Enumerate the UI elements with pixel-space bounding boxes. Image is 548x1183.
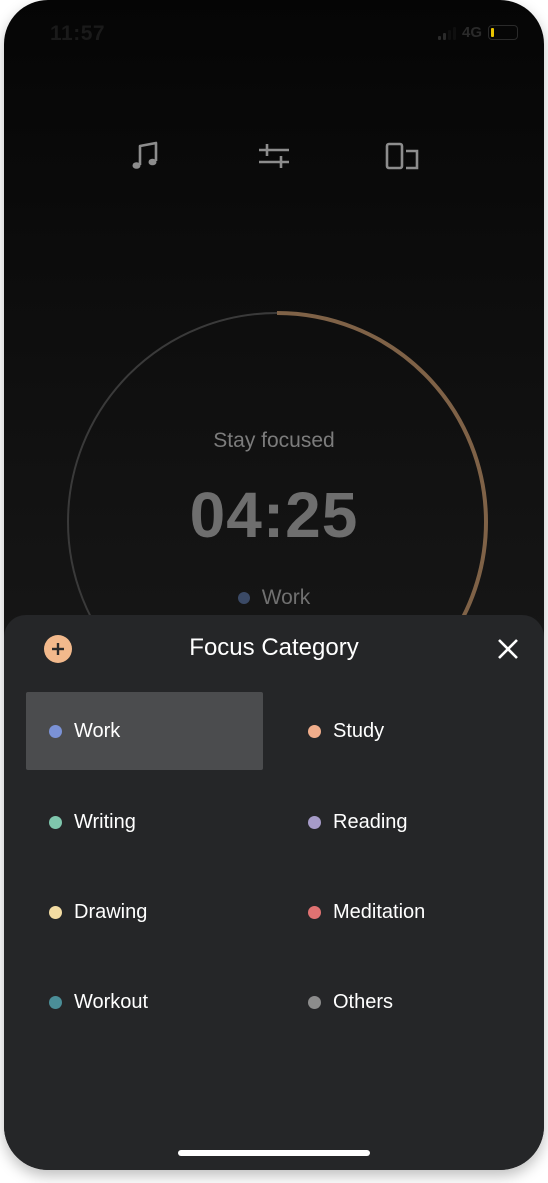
category-item-study[interactable]: Study bbox=[285, 692, 522, 770]
category-item-meditation[interactable]: Meditation bbox=[285, 873, 522, 951]
category-dot bbox=[308, 905, 321, 919]
timer-caption: Stay focused bbox=[213, 429, 335, 452]
timer-category-label: Work bbox=[261, 586, 311, 609]
category-dot bbox=[308, 724, 321, 738]
battery-icon bbox=[488, 25, 518, 40]
category-label: Drawing bbox=[74, 900, 148, 923]
category-dot bbox=[237, 592, 250, 604]
timer-category: Work bbox=[4, 586, 544, 610]
category-dot bbox=[49, 815, 62, 829]
focus-category-sheet: Focus Category Work Study Writing Readin… bbox=[4, 615, 544, 1170]
sliders-icon[interactable] bbox=[253, 135, 295, 177]
category-item-workout[interactable]: Workout bbox=[26, 963, 263, 1041]
category-label: Reading bbox=[333, 810, 408, 833]
category-label: Others bbox=[333, 990, 394, 1013]
close-button[interactable] bbox=[494, 635, 522, 663]
signal-icon bbox=[437, 26, 456, 40]
category-label: Workout bbox=[74, 990, 149, 1013]
category-item-drawing[interactable]: Drawing bbox=[26, 873, 263, 951]
status-bar: 11:57 4G bbox=[4, 0, 544, 50]
category-item-others[interactable]: Others bbox=[285, 963, 522, 1041]
network-label: 4G bbox=[461, 24, 482, 41]
category-label: Study bbox=[333, 719, 385, 742]
category-label: Writing bbox=[74, 810, 136, 833]
category-dot bbox=[49, 995, 62, 1009]
close-icon bbox=[498, 639, 518, 659]
category-dot bbox=[49, 905, 62, 919]
category-item-writing[interactable]: Writing bbox=[26, 783, 263, 861]
home-indicator[interactable] bbox=[178, 1150, 370, 1156]
category-label: Work bbox=[74, 719, 121, 742]
category-item-reading[interactable]: Reading bbox=[285, 783, 522, 861]
status-indicators: 4G bbox=[437, 24, 518, 41]
phone-screen: 11:57 4G Stay focused 04:25 Work Focus C… bbox=[4, 0, 544, 1170]
category-label: Meditation bbox=[333, 900, 426, 923]
category-item-work[interactable]: Work bbox=[26, 692, 263, 770]
music-note-icon[interactable] bbox=[124, 135, 166, 177]
sheet-title: Focus Category bbox=[189, 634, 359, 661]
category-dot bbox=[308, 995, 321, 1009]
devices-icon[interactable] bbox=[382, 135, 424, 177]
category-dot bbox=[308, 815, 321, 829]
status-time: 11:57 bbox=[50, 22, 106, 45]
countdown-time: 04:25 bbox=[189, 479, 359, 551]
toolbar bbox=[4, 135, 544, 177]
category-dot bbox=[49, 724, 62, 738]
